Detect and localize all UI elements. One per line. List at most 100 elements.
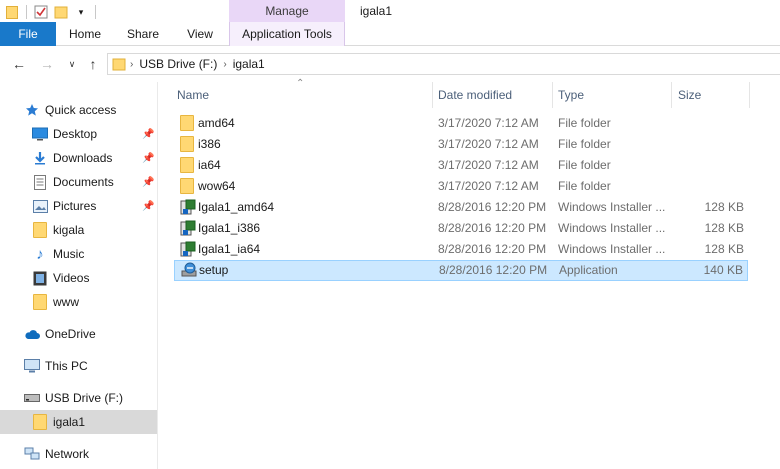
nav-quick-access[interactable]: Quick access (0, 98, 157, 122)
music-icon: ♪ (36, 245, 44, 263)
column-divider[interactable] (671, 82, 672, 108)
nav-label: USB Drive (F:) (45, 391, 123, 405)
nav-onedrive[interactable]: OneDrive (0, 322, 157, 346)
file-date: 3/17/2020 7:12 AM (438, 116, 539, 130)
breadcrumb-igala1[interactable]: igala1 (233, 57, 265, 71)
navigation-pane: Quick access Desktop 📌 Downloads 📌 Docum… (0, 82, 158, 469)
nav-label: igala1 (53, 415, 86, 429)
sort-ascending-icon: ⌃ (296, 78, 305, 89)
file-row[interactable]: wow64 3/17/2020 7:12 AM File folder (174, 176, 748, 197)
nav-label: Documents (53, 175, 114, 189)
ribbon-tabs: File Home Share View Application Tools (0, 22, 780, 46)
file-row[interactable]: amd64 3/17/2020 7:12 AM File folder (174, 113, 748, 134)
network-icon (24, 446, 40, 462)
properties-icon[interactable] (31, 2, 51, 22)
file-date: 3/17/2020 7:12 AM (438, 179, 539, 193)
downloads-icon (32, 150, 48, 166)
file-type: Application (559, 263, 618, 277)
msi-icon (180, 241, 196, 257)
nav-label: Music (53, 247, 85, 261)
file-name: Igala1_i386 (198, 221, 261, 235)
nav-igala1[interactable]: igala1 (0, 410, 157, 434)
file-name: wow64 (198, 179, 236, 193)
nav-pictures[interactable]: Pictures 📌 (0, 194, 157, 218)
tab-share[interactable]: Share (114, 22, 172, 46)
file-type: File folder (558, 158, 611, 172)
nav-kigala[interactable]: kigala (0, 218, 157, 242)
file-row[interactable]: i386 3/17/2020 7:12 AM File folder (174, 134, 748, 155)
new-folder-icon[interactable] (51, 2, 71, 22)
cloud-icon (24, 326, 40, 342)
nav-label: Network (45, 447, 90, 461)
folder-icon (32, 222, 48, 238)
folder-icon (180, 178, 196, 194)
up-arrow-icon[interactable]: ↑ (84, 55, 102, 73)
pin-icon[interactable]: 📌 (142, 177, 154, 188)
quick-access-toolbar: ▾ (0, 0, 100, 24)
file-row-selected[interactable]: setup 8/28/2016 12:20 PM Application 140… (174, 260, 748, 281)
file-type: Windows Installer ... (558, 221, 666, 235)
nav-label: Quick access (45, 103, 117, 117)
nav-documents[interactable]: Documents 📌 (0, 170, 157, 194)
navigation-bar: ← → ∨ ↑ › USB Drive (F:) › igala1 (0, 46, 780, 82)
pin-icon[interactable]: 📌 (142, 129, 154, 140)
nav-www[interactable]: www (0, 290, 157, 314)
breadcrumb-usb-drive[interactable]: USB Drive (F:) (139, 57, 217, 71)
nav-label: Desktop (53, 127, 98, 141)
file-name: i386 (198, 137, 221, 151)
pictures-icon (32, 198, 48, 214)
nav-label: OneDrive (45, 327, 96, 341)
forward-arrow-icon[interactable]: → (38, 55, 56, 73)
nav-usb-drive[interactable]: USB Drive (F:) (0, 386, 157, 410)
file-size: 128 KB (704, 221, 744, 235)
desktop-icon (32, 126, 48, 142)
breadcrumb-chevron-icon[interactable]: › (223, 59, 226, 70)
file-type: Windows Installer ... (558, 200, 666, 214)
tab-file[interactable]: File (0, 22, 56, 46)
back-arrow-icon[interactable]: ← (10, 55, 28, 73)
tab-home[interactable]: Home (56, 22, 114, 46)
file-type: File folder (558, 116, 611, 130)
column-divider[interactable] (552, 82, 553, 108)
nav-downloads[interactable]: Downloads 📌 (0, 146, 157, 170)
column-header-name[interactable]: Name (177, 82, 209, 108)
file-name: Igala1_ia64 (198, 242, 261, 256)
file-row[interactable]: Igala1_i386 8/28/2016 12:20 PM Windows I… (174, 218, 748, 239)
folder-icon (180, 136, 196, 152)
nav-label: kigala (53, 223, 85, 237)
window-title: igala1 (360, 4, 393, 18)
pin-icon[interactable]: 📌 (142, 201, 154, 212)
nav-videos[interactable]: Videos (0, 266, 157, 290)
star-icon (24, 102, 40, 118)
nav-desktop[interactable]: Desktop 📌 (0, 122, 157, 146)
tab-application-tools[interactable]: Application Tools (229, 22, 345, 46)
pin-icon[interactable]: 📌 (142, 153, 154, 164)
file-type: Windows Installer ... (558, 242, 666, 256)
file-row[interactable]: ia64 3/17/2020 7:12 AM File folder (174, 155, 748, 176)
tab-view[interactable]: View (172, 22, 228, 46)
address-bar[interactable]: › USB Drive (F:) › igala1 (107, 53, 780, 75)
column-header-date[interactable]: Date modified (438, 82, 512, 108)
file-name: ia64 (198, 158, 221, 172)
videos-icon (32, 270, 48, 286)
file-date: 3/17/2020 7:12 AM (438, 158, 539, 172)
nav-label: This PC (45, 359, 88, 373)
column-divider[interactable] (432, 82, 433, 108)
folder-icon (32, 294, 48, 310)
msi-icon (180, 199, 196, 215)
file-row[interactable]: Igala1_amd64 8/28/2016 12:20 PM Windows … (174, 197, 748, 218)
nav-network[interactable]: Network (0, 442, 157, 466)
folder-icon (2, 2, 22, 22)
breadcrumb-chevron-icon[interactable]: › (130, 59, 133, 70)
nav-this-pc[interactable]: This PC (0, 354, 157, 378)
file-size: 128 KB (704, 242, 744, 256)
column-header-size[interactable]: Size (678, 82, 701, 108)
nav-music[interactable]: ♪ Music (0, 242, 157, 266)
recent-locations-icon[interactable]: ∨ (63, 55, 81, 73)
file-date: 3/17/2020 7:12 AM (438, 137, 539, 151)
column-divider[interactable] (749, 82, 750, 108)
customize-qat-icon[interactable]: ▾ (71, 2, 91, 22)
file-row[interactable]: Igala1_ia64 8/28/2016 12:20 PM Windows I… (174, 239, 748, 260)
file-date: 8/28/2016 12:20 PM (438, 242, 547, 256)
column-header-type[interactable]: Type (558, 82, 584, 108)
